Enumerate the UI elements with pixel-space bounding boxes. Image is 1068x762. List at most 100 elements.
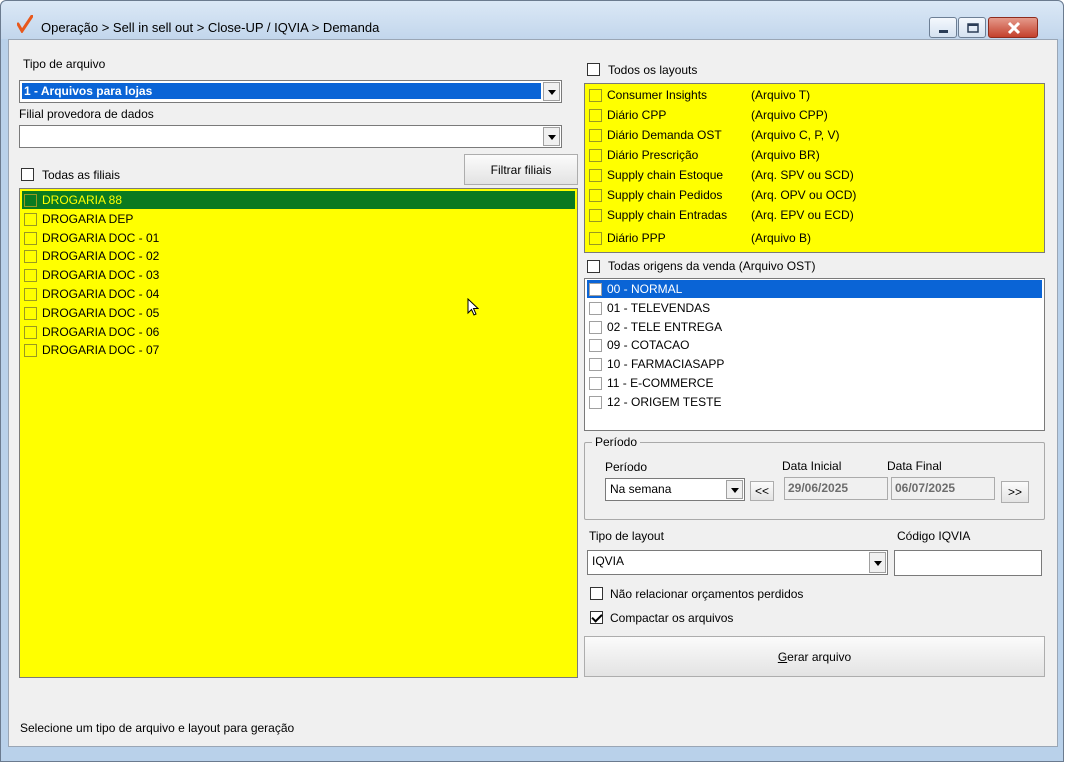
layout-item[interactable]: Consumer Insights (Arquivo T) xyxy=(587,86,1042,104)
filial-item-checkbox[interactable] xyxy=(24,344,37,358)
filial-provedora-select[interactable] xyxy=(19,125,562,148)
layout-item[interactable]: Supply chain Estoque (Arq. SPV ou SCD) xyxy=(587,166,1042,184)
filial-item-checkbox[interactable] xyxy=(24,231,37,245)
origem-item-checkbox[interactable] xyxy=(589,358,602,372)
nao-relacionar-checkbox[interactable] xyxy=(590,587,603,600)
layouts-list[interactable]: Consumer Insights (Arquivo T) Diário CPP (A… xyxy=(584,83,1045,253)
filial-item-checkbox[interactable] xyxy=(24,306,37,320)
filial-item-checkbox[interactable] xyxy=(24,250,37,264)
layout-item-file: (Arq. OPV ou OCD) xyxy=(751,188,857,202)
layout-item-file: (Arquivo B) xyxy=(751,231,812,245)
filial-item-label: DROGARIA DOC - 01 xyxy=(42,230,160,245)
origem-item[interactable]: 12 - ORIGEM TESTE xyxy=(587,393,1042,411)
chevron-down-icon[interactable] xyxy=(543,127,560,146)
filiais-list[interactable]: DROGARIA 88 DROGARIA DEP DROGARIA DOC - 01… xyxy=(19,188,578,678)
layout-item-file: (Arq. EPV ou ECD) xyxy=(751,208,854,222)
filial-item[interactable]: DROGARIA DOC - 03 xyxy=(22,266,575,284)
layout-item-checkbox[interactable] xyxy=(589,109,602,122)
filial-item-checkbox[interactable] xyxy=(24,269,37,283)
layout-item[interactable]: Supply chain Entradas (Arq. EPV ou ECD) xyxy=(587,206,1042,224)
tipo-layout-select[interactable]: IQVIA xyxy=(587,550,888,575)
filial-item[interactable]: DROGARIA DOC - 05 xyxy=(22,304,575,322)
layout-item-checkbox[interactable] xyxy=(589,189,602,202)
compactar-checkbox[interactable] xyxy=(590,611,603,624)
origem-item[interactable]: 01 - TELEVENDAS xyxy=(587,299,1042,317)
filial-item[interactable]: DROGARIA 88 xyxy=(22,191,575,209)
filial-item-checkbox[interactable] xyxy=(24,194,37,207)
filtrar-filiais-label: Filtrar filiais xyxy=(490,162,552,177)
chevron-down-icon[interactable] xyxy=(543,82,560,101)
data-inicial-input[interactable]: 29/06/2025 xyxy=(784,477,888,500)
layout-item-checkbox[interactable] xyxy=(589,149,602,162)
origem-item-checkbox[interactable] xyxy=(589,395,602,409)
maximize-button[interactable] xyxy=(958,17,986,38)
compactar-label: Compactar os arquivos xyxy=(610,611,734,625)
filial-item[interactable]: DROGARIA DOC - 04 xyxy=(22,285,575,303)
periodo-group: Período Período Na semana << Data Inicia… xyxy=(584,435,1045,520)
layout-item[interactable]: Diário CPP (Arquivo CPP) xyxy=(587,106,1042,124)
tipo-arquivo-select[interactable]: 1 - Arquivos para lojas xyxy=(19,80,562,103)
filial-item[interactable]: DROGARIA DEP xyxy=(22,210,575,228)
chevron-down-icon[interactable] xyxy=(726,480,743,499)
maximize-icon xyxy=(967,23,979,33)
origem-item-checkbox[interactable] xyxy=(589,377,602,390)
filtrar-filiais-button[interactable]: Filtrar filiais xyxy=(464,154,578,185)
periodo-value: Na semana xyxy=(610,482,672,496)
layout-item-label: Diário Demanda OST xyxy=(607,128,722,142)
origem-item[interactable]: 11 - E-COMMERCE xyxy=(587,374,1042,392)
layout-item[interactable]: Supply chain Pedidos (Arq. OPV ou OCD) xyxy=(587,186,1042,204)
filial-item[interactable]: DROGARIA DOC - 02 xyxy=(22,247,575,265)
tipo-layout-label: Tipo de layout xyxy=(589,529,664,543)
todas-origens-checkbox[interactable] xyxy=(587,260,600,273)
main-window: Operação > Sell in sell out > Close-UP /… xyxy=(0,0,1064,762)
filial-item-checkbox[interactable] xyxy=(24,325,37,339)
layout-item-label: Consumer Insights xyxy=(607,88,708,102)
layout-item-file: (Arquivo T) xyxy=(751,88,811,102)
filial-item-checkbox[interactable] xyxy=(24,212,37,226)
data-inicial-label: Data Inicial xyxy=(782,459,842,473)
origem-item-label: 10 - FARMACIASAPP xyxy=(607,357,725,372)
periodo-group-title: Período xyxy=(592,435,641,449)
origem-item-checkbox[interactable] xyxy=(589,301,602,315)
layout-item[interactable]: Diário PPP (Arquivo B) xyxy=(587,229,1042,247)
filial-item-checkbox[interactable] xyxy=(24,288,37,301)
close-icon xyxy=(1007,21,1021,35)
origem-item-checkbox[interactable] xyxy=(589,283,602,296)
origem-item-label: 11 - E-COMMERCE xyxy=(607,376,714,390)
chevron-down-icon[interactable] xyxy=(869,552,886,573)
todos-layouts-checkbox[interactable] xyxy=(587,63,600,76)
layout-item-checkbox[interactable] xyxy=(589,129,602,142)
close-button[interactable] xyxy=(988,17,1038,38)
codigo-iqvia-input[interactable] xyxy=(894,550,1042,576)
filial-item[interactable]: DROGARIA DOC - 06 xyxy=(22,323,575,341)
origem-item[interactable]: 00 - NORMAL xyxy=(587,280,1042,298)
minimize-button[interactable] xyxy=(929,17,957,38)
data-final-input[interactable]: 06/07/2025 xyxy=(891,477,995,500)
layout-item-file: (Arq. SPV ou SCD) xyxy=(751,168,854,182)
todos-layouts-label: Todos os layouts xyxy=(608,63,698,77)
origem-item[interactable]: 09 - COTACAO xyxy=(587,336,1042,354)
todas-filiais-checkbox[interactable] xyxy=(21,168,34,181)
todas-origens-label: Todas origens da venda (Arquivo OST) xyxy=(608,259,816,273)
periodo-select[interactable]: Na semana xyxy=(605,478,745,501)
origem-item-checkbox[interactable] xyxy=(589,339,602,353)
filial-item[interactable]: DROGARIA DOC - 07 xyxy=(22,341,575,359)
layout-item-checkbox[interactable] xyxy=(589,89,602,102)
periodo-prev-button[interactable]: << xyxy=(750,481,774,501)
layout-item-checkbox[interactable] xyxy=(589,169,602,182)
origem-item[interactable]: 02 - TELE ENTREGA xyxy=(587,318,1042,336)
layout-item[interactable]: Diário Prescrição (Arquivo BR) xyxy=(587,146,1042,164)
origem-item[interactable]: 10 - FARMACIASAPP xyxy=(587,355,1042,373)
origens-list[interactable]: 00 - NORMAL 01 - TELEVENDAS 02 - TELE ENTR… xyxy=(584,278,1045,431)
app-check-icon xyxy=(17,15,33,33)
origem-item-checkbox[interactable] xyxy=(589,320,602,334)
periodo-next-button[interactable]: >> xyxy=(1001,481,1029,503)
filial-item[interactable]: DROGARIA DOC - 01 xyxy=(22,229,575,247)
gerar-arquivo-text: Gerar arquivo xyxy=(585,650,1044,664)
gerar-arquivo-button[interactable]: Gerar arquivo xyxy=(584,636,1045,677)
layout-item-checkbox[interactable] xyxy=(589,209,602,222)
filial-item-label: DROGARIA 88 xyxy=(42,193,123,207)
title-bar[interactable]: Operação > Sell in sell out > Close-UP /… xyxy=(1,1,1063,39)
layout-item[interactable]: Diário Demanda OST (Arquivo C, P, V) xyxy=(587,126,1042,144)
layout-item-checkbox[interactable] xyxy=(589,232,602,245)
